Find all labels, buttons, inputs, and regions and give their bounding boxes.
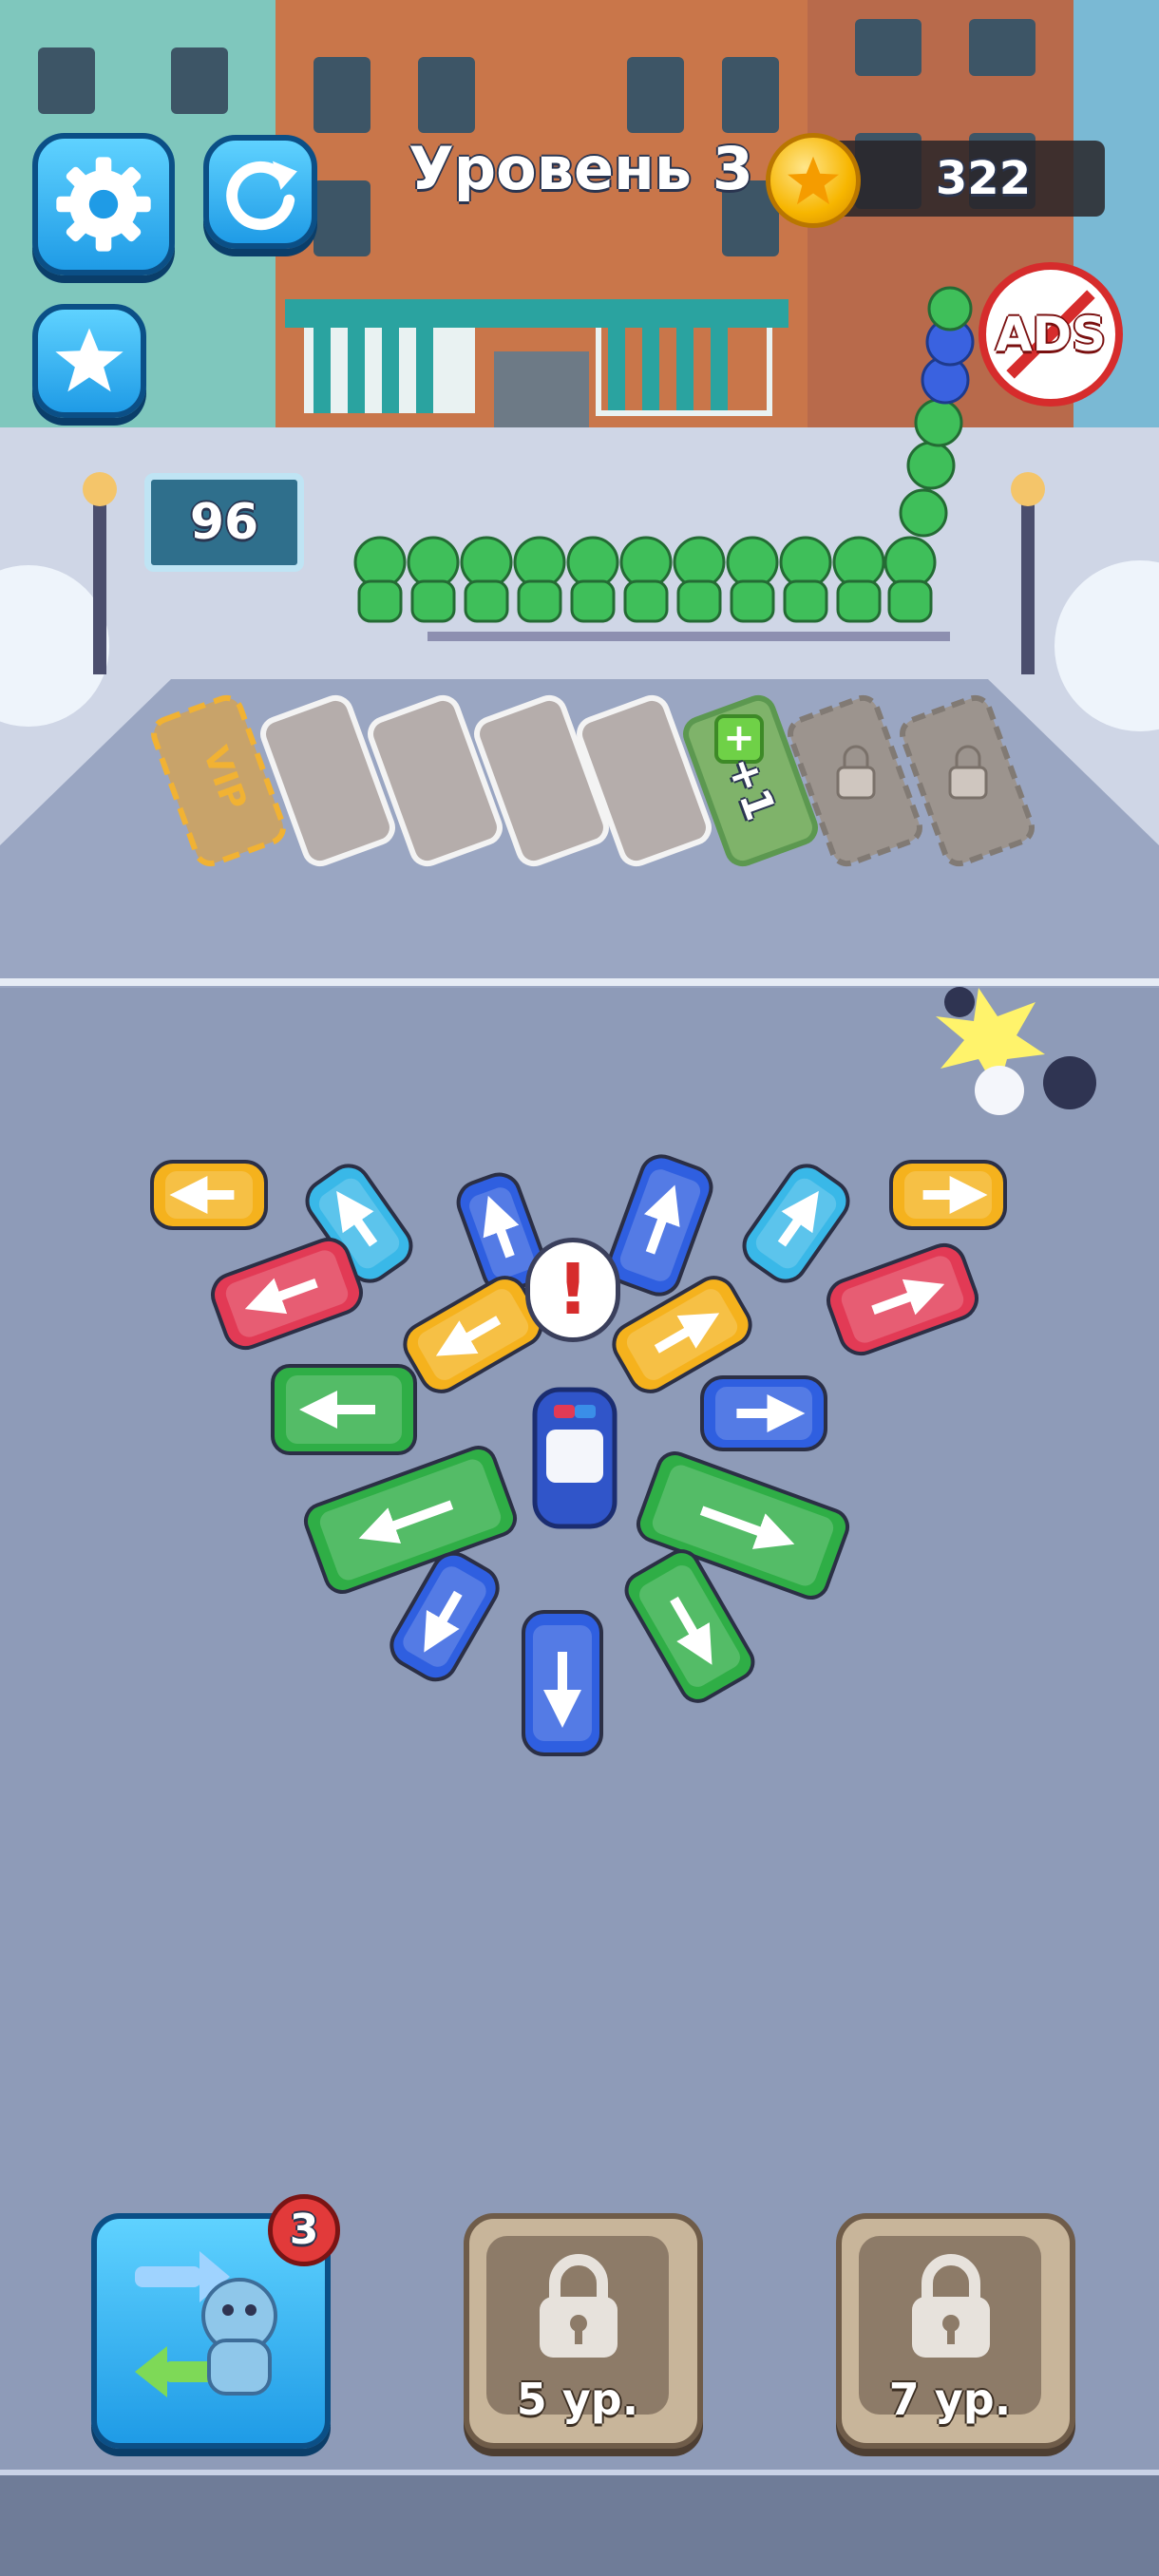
car-12[interactable] — [700, 1375, 827, 1451]
lamp-post-left — [93, 494, 106, 674]
coin-counter: 322 — [826, 141, 1105, 217]
alert-bubble: ! — [525, 1238, 620, 1342]
passenger-counter-board: 96 — [144, 473, 304, 572]
favorite-button[interactable] — [32, 304, 146, 418]
ads-label: ADS — [995, 307, 1107, 362]
level-title: Уровень 3 — [408, 134, 753, 203]
exclamation-icon: ! — [557, 1249, 589, 1331]
passenger-counter: 96 — [189, 494, 259, 551]
add-slot-label: +1 — [716, 749, 785, 827]
lock-icon — [540, 2254, 618, 2358]
coin-icon — [766, 133, 861, 228]
add-slot-button[interactable]: + +1 — [705, 703, 796, 855]
coin-count: 322 — [935, 152, 1032, 205]
bus-11[interactable] — [271, 1364, 417, 1455]
locked-booster-1-label: 5 ур. — [516, 2374, 639, 2425]
restart-button[interactable] — [203, 135, 317, 249]
taxi-1[interactable] — [150, 1160, 268, 1230]
swap-booster-badge: 3 — [268, 2194, 340, 2266]
lock-icon — [912, 2254, 990, 2358]
locked-booster-2[interactable]: 7 ур. — [836, 2213, 1075, 2449]
remove-ads-button[interactable]: ADS — [978, 262, 1123, 407]
van-16[interactable] — [522, 1610, 603, 1756]
settings-button[interactable] — [32, 133, 175, 275]
locked-booster-2-label: 7 ур. — [888, 2374, 1012, 2425]
police-car — [532, 1387, 618, 1529]
lamp-post-right — [1021, 494, 1035, 674]
taxi-6[interactable] — [889, 1160, 1007, 1230]
gear-icon — [56, 157, 151, 252]
restart-icon — [226, 161, 297, 231]
star-icon — [55, 328, 124, 392]
swap-booster-count: 3 — [289, 2206, 319, 2254]
locked-booster-1[interactable]: 5 ур. — [464, 2213, 703, 2449]
